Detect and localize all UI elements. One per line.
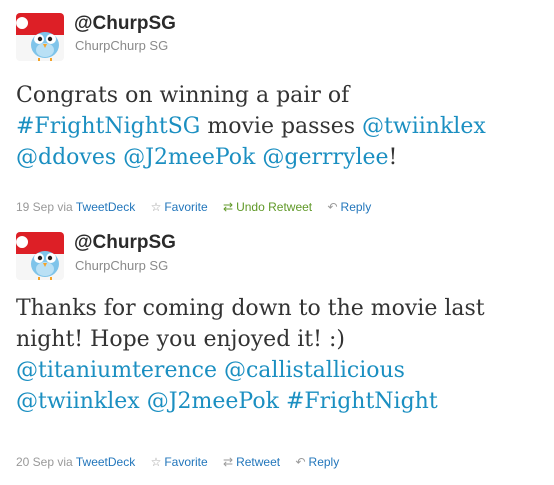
tweet-text: Congrats on winning a pair of #FrightNigh… xyxy=(16,80,546,173)
via-label: via xyxy=(57,455,73,469)
undo-retweet-button[interactable]: ⇄ Undo Retweet xyxy=(223,200,312,214)
tweet-line: night! Hope you enjoyed it! :) xyxy=(16,324,546,355)
tweet-text-segment xyxy=(140,389,147,414)
hashtag-link[interactable]: #FrightNightSG xyxy=(16,114,200,139)
tweet-text: Thanks for coming down to the movie last… xyxy=(16,293,546,417)
bird-mascot-icon xyxy=(16,232,64,280)
star-icon: ☆ xyxy=(150,200,162,214)
reply-icon: ↶ xyxy=(295,455,306,469)
tweet-text-segment: Congrats on winning a pair of xyxy=(16,83,350,108)
mention-link[interactable]: @J2meePok xyxy=(123,145,255,170)
full-name[interactable]: ChurpChurp SG xyxy=(75,258,168,273)
retweet-icon: ⇄ xyxy=(223,455,234,469)
tweet-line: #FrightNightSG movie passes @twiinklex xyxy=(16,111,546,142)
tweet-text-segment xyxy=(217,358,224,383)
star-icon: ☆ xyxy=(150,455,162,469)
source-link[interactable]: TweetDeck xyxy=(76,455,135,469)
undo-retweet-label: Undo Retweet xyxy=(236,200,313,214)
via-label: via xyxy=(57,200,73,214)
reply-icon: ↶ xyxy=(327,200,338,214)
screen-name[interactable]: @ChurpSG xyxy=(74,232,176,254)
tweet-line: Thanks for coming down to the movie last xyxy=(16,293,546,324)
mention-link[interactable]: @gerrrylee xyxy=(262,145,388,170)
hashtag-link[interactable]: #FrightNight xyxy=(286,389,438,414)
tweet-line: @ddoves @J2meePok @gerrrylee! xyxy=(16,142,546,173)
favorite-label: Favorite xyxy=(164,200,208,214)
retweet-icon: ⇄ xyxy=(223,200,234,214)
screen-name[interactable]: @ChurpSG xyxy=(74,13,176,35)
tweet-line: @titaniumterence @callistallicious xyxy=(16,355,546,386)
tweet-text-segment: movie passes xyxy=(200,114,363,139)
mention-link[interactable]: @twiinklex xyxy=(16,389,140,414)
mention-link[interactable]: @callistallicious xyxy=(224,358,405,383)
reply-label: Reply xyxy=(308,455,340,469)
timestamp[interactable]: 19 Sep xyxy=(16,200,54,214)
source-link[interactable]: TweetDeck xyxy=(76,200,135,214)
mention-link[interactable]: @titaniumterence xyxy=(16,358,217,383)
favorite-label: Favorite xyxy=(164,455,208,469)
avatar[interactable] xyxy=(16,13,64,61)
tweet-text-segment: Thanks for coming down to the movie last xyxy=(16,296,485,321)
tweet-text-segment: ! xyxy=(388,145,398,170)
full-name[interactable]: ChurpChurp SG xyxy=(75,38,168,53)
avatar[interactable] xyxy=(16,232,64,280)
tweet-text-segment: night! Hope you enjoyed it! :) xyxy=(16,327,345,352)
bird-mascot-icon xyxy=(16,13,64,61)
mention-link[interactable]: @twiinklex xyxy=(362,114,486,139)
reply-label: Reply xyxy=(340,200,372,214)
tweet-meta: 19 Sep via TweetDeck ☆ Favorite ⇄ Undo Ret… xyxy=(16,200,371,214)
tweet-meta: 20 Sep via TweetDeck ☆ Favorite ⇄ Retweet … xyxy=(16,455,339,469)
mention-link[interactable]: @ddoves xyxy=(16,145,116,170)
reply-button[interactable]: ↶ Reply xyxy=(295,455,339,469)
favorite-button[interactable]: ☆ Favorite xyxy=(151,455,208,469)
timestamp[interactable]: 20 Sep xyxy=(16,455,54,469)
retweet-label: Retweet xyxy=(236,455,281,469)
retweet-button[interactable]: ⇄ Retweet xyxy=(223,455,280,469)
tweet-text-segment xyxy=(279,389,286,414)
reply-button[interactable]: ↶ Reply xyxy=(327,200,371,214)
favorite-button[interactable]: ☆ Favorite xyxy=(151,200,208,214)
mention-link[interactable]: @J2meePok xyxy=(147,389,279,414)
tweet-line: @twiinklex @J2meePok #FrightNight xyxy=(16,386,546,417)
tweet-line: Congrats on winning a pair of xyxy=(16,80,546,111)
